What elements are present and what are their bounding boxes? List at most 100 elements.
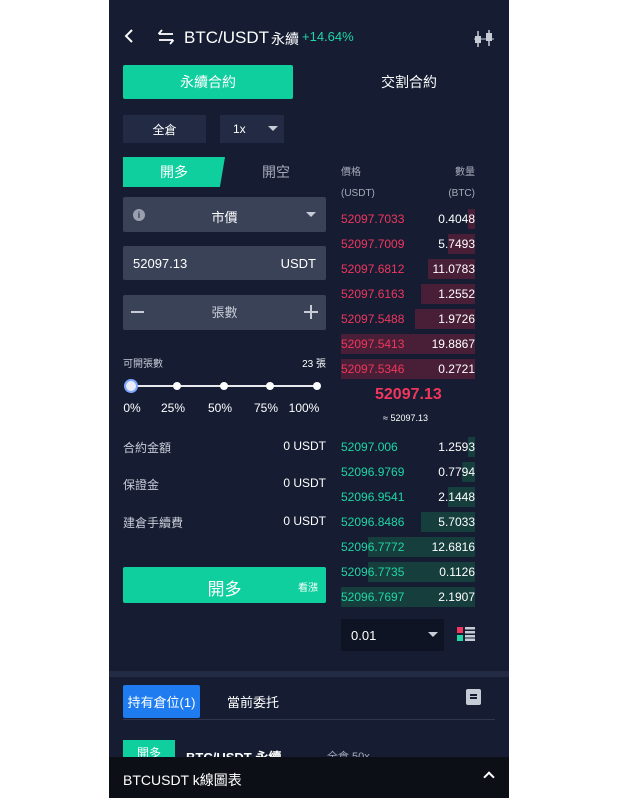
bid-row[interactable]: 52096.7772 12.6816 bbox=[341, 537, 475, 557]
slider-knob[interactable] bbox=[124, 379, 138, 393]
quantity-stepper bbox=[123, 295, 326, 330]
bid-row[interactable]: 52096.9541 2.1448 bbox=[341, 487, 475, 507]
ask-qty: 0.2721 bbox=[438, 362, 475, 376]
slider-mark-50[interactable] bbox=[220, 382, 228, 390]
swap-icon[interactable] bbox=[157, 29, 175, 45]
ask-price: 52097.7009 bbox=[341, 237, 405, 251]
bid-price: 52096.7772 bbox=[341, 540, 405, 554]
slider-label: 0% bbox=[123, 401, 141, 415]
slider-label: 50% bbox=[207, 401, 233, 415]
document-icon[interactable] bbox=[466, 689, 481, 705]
pair-title[interactable]: BTC/USDT bbox=[184, 28, 269, 48]
bid-row[interactable]: 52096.7697 2.1907 bbox=[341, 587, 475, 607]
ask-row[interactable]: 52097.7009 5.7493 bbox=[341, 234, 475, 254]
contract-amount-row: 合約金額 0 USDT bbox=[123, 439, 326, 456]
precision-select[interactable]: 0.01 bbox=[341, 619, 444, 651]
minus-icon[interactable] bbox=[131, 311, 144, 313]
last-price-approx: ≈ 52097.13 bbox=[383, 413, 428, 423]
slider-mark-75[interactable] bbox=[266, 382, 274, 390]
ask-row[interactable]: 52097.5413 19.8867 bbox=[341, 334, 475, 354]
contract-type: 永續 bbox=[271, 31, 299, 47]
ask-qty: 19.8867 bbox=[431, 337, 475, 351]
orderbook-price-unit: (USDT) bbox=[341, 188, 375, 199]
bid-row[interactable]: 52096.8486 5.7033 bbox=[341, 512, 475, 532]
quantity-input[interactable] bbox=[153, 300, 296, 325]
orderbook-qty-unit: (BTC) bbox=[448, 188, 475, 199]
kline-footer-bar[interactable]: BTCUSDT k線圖表 bbox=[109, 757, 509, 798]
chevron-down-icon bbox=[268, 126, 278, 131]
tab-perpetual-contract[interactable]: 永續合約 bbox=[123, 65, 293, 99]
kline-icon[interactable] bbox=[473, 29, 495, 49]
ask-row[interactable]: 52097.7033 0.4048 bbox=[341, 209, 475, 229]
orderbook-price-header: 價格 bbox=[341, 167, 361, 178]
ask-row[interactable]: 52097.5346 0.2721 bbox=[341, 359, 475, 379]
price-field[interactable]: 52097.13 USDT bbox=[123, 246, 326, 280]
bid-qty: 2.1448 bbox=[438, 490, 475, 504]
percent-slider[interactable]: 0% 25% 50% 75% 100% bbox=[123, 376, 326, 418]
layout-icon[interactable] bbox=[457, 627, 475, 641]
slider-label: 100% bbox=[288, 401, 320, 415]
ask-price: 52097.5346 bbox=[341, 362, 405, 376]
slider-label: 75% bbox=[253, 401, 279, 415]
back-arrow-icon[interactable] bbox=[123, 27, 135, 45]
slider-label: 25% bbox=[160, 401, 186, 415]
ask-price: 52097.5413 bbox=[341, 337, 405, 351]
ask-qty: 1.9726 bbox=[438, 312, 475, 326]
bid-price: 52097.006 bbox=[341, 440, 398, 454]
bid-row[interactable]: 52097.006 1.2593 bbox=[341, 437, 475, 457]
price-unit: USDT bbox=[280, 256, 316, 271]
bid-price: 52096.7735 bbox=[341, 565, 405, 579]
info-label: 建倉手續費 bbox=[123, 516, 184, 530]
bid-qty: 0.1126 bbox=[439, 565, 475, 579]
header: BTC/USDT 永續 +14.64% bbox=[109, 0, 509, 62]
tab-open-short[interactable]: 開空 bbox=[227, 157, 325, 187]
bid-price: 52096.7697 bbox=[341, 590, 405, 604]
slider-mark-100[interactable] bbox=[313, 382, 321, 390]
info-value: 0 USDT bbox=[283, 476, 326, 490]
ask-row[interactable]: 52097.6163 1.2552 bbox=[341, 284, 475, 304]
fee-row: 建倉手續費 0 USDT bbox=[123, 514, 326, 531]
tab-open-long[interactable]: 開多 bbox=[123, 157, 225, 187]
chevron-down-icon bbox=[428, 632, 438, 637]
ask-row[interactable]: 52097.6812 11.0783 bbox=[341, 259, 475, 279]
bid-qty: 5.7033 bbox=[438, 515, 475, 529]
ask-qty: 1.2552 bbox=[438, 287, 475, 301]
leverage-value: 1x bbox=[233, 122, 246, 136]
precision-value: 0.01 bbox=[351, 628, 377, 643]
tab-positions[interactable]: 持有倉位(1) bbox=[123, 685, 200, 718]
bid-qty: 1.2593 bbox=[438, 440, 475, 454]
last-price: 52097.13 bbox=[375, 386, 442, 403]
section-divider bbox=[109, 671, 509, 677]
info-label: 合約金額 bbox=[123, 441, 172, 455]
available-value: 23 張 bbox=[302, 359, 326, 370]
ask-row[interactable]: 52097.5488 1.9726 bbox=[341, 309, 475, 329]
ask-price: 52097.7033 bbox=[341, 212, 405, 226]
plus-icon[interactable] bbox=[304, 305, 318, 319]
chevron-up-icon[interactable] bbox=[483, 771, 495, 783]
bid-qty: 2.1907 bbox=[438, 590, 475, 604]
footer-label: BTCUSDT k線圖表 bbox=[123, 772, 242, 788]
orderbook-qty-header: 數量 bbox=[455, 167, 475, 178]
ask-price: 52097.6163 bbox=[341, 287, 405, 301]
chevron-down-icon bbox=[306, 212, 316, 217]
bid-row[interactable]: 52096.9769 0.7794 bbox=[341, 462, 475, 482]
ask-price: 52097.6812 bbox=[341, 262, 405, 276]
bid-row[interactable]: 52096.7735 0.1126 bbox=[341, 562, 475, 582]
margin-mode-button[interactable]: 全倉 bbox=[123, 115, 206, 143]
bid-price: 52096.9541 bbox=[341, 490, 405, 504]
bid-price: 52096.8486 bbox=[341, 515, 405, 529]
tab-delivery-contract[interactable]: 交割合約 bbox=[339, 65, 479, 99]
tab-open-orders[interactable]: 當前委托 bbox=[227, 685, 279, 718]
ask-qty: 5.7493 bbox=[438, 237, 475, 251]
open-long-label: 開多 bbox=[207, 580, 242, 599]
bid-price: 52096.9769 bbox=[341, 465, 405, 479]
ask-qty: 0.4048 bbox=[438, 212, 475, 226]
slider-mark-25[interactable] bbox=[173, 382, 181, 390]
order-type-value: 市價 bbox=[211, 210, 238, 225]
leverage-select[interactable]: 1x bbox=[220, 115, 284, 143]
ask-qty: 11.0783 bbox=[432, 262, 476, 276]
open-long-button[interactable]: 開多 看漲 bbox=[123, 567, 326, 603]
available-label: 可開張數 bbox=[123, 359, 163, 370]
price-change: +14.64% bbox=[302, 29, 354, 44]
order-type-select[interactable]: i 市價 bbox=[123, 197, 326, 232]
